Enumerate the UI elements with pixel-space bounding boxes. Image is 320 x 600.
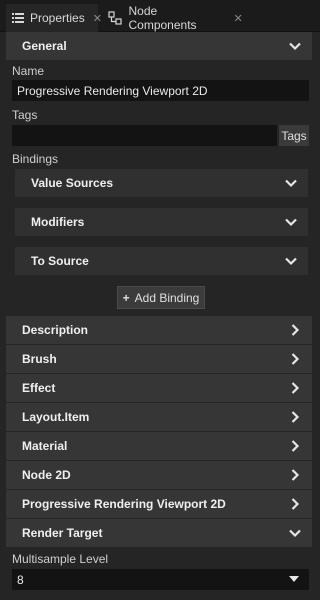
binding-modifiers[interactable]: Modifiers [15, 208, 308, 236]
name-field[interactable]: Progressive Rendering Viewport 2D [12, 80, 309, 101]
section-render-target[interactable]: Render Target [6, 519, 312, 547]
section-progressive-rendering-viewport-2d[interactable]: Progressive Rendering Viewport 2D [6, 490, 312, 518]
binding-label: To Source [31, 254, 89, 268]
chevron-down-icon [289, 42, 301, 51]
list-icon [12, 10, 24, 26]
chevron-right-icon [291, 498, 300, 510]
binding-label: Value Sources [31, 176, 114, 190]
tags-input[interactable] [12, 125, 277, 146]
section-title: Effect [22, 381, 56, 395]
add-binding-label: Add Binding [134, 290, 200, 305]
section-description[interactable]: Description [6, 316, 312, 344]
multisample-level-label: Multisample Level [12, 552, 109, 566]
close-icon[interactable]: ✕ [93, 13, 102, 25]
chevron-right-icon [291, 353, 300, 365]
section-general[interactable]: General [6, 32, 312, 60]
section-title: Description [22, 323, 89, 337]
tags-label: Tags [12, 108, 38, 122]
properties-panel: General Name Progressive Rendering Viewp… [0, 32, 320, 600]
tab-bar: Properties ✕ Node Components ✕ [0, 0, 320, 32]
section-title: Render Target [22, 526, 103, 540]
bindings-label: Bindings [12, 152, 59, 166]
section-title: Material [22, 439, 68, 453]
add-binding-button[interactable]: + Add Binding [117, 286, 205, 309]
tab-label: Node Components [128, 4, 197, 32]
section-title: Layout.Item [22, 410, 90, 424]
section-title: Node 2D [22, 468, 71, 482]
binding-label: Modifiers [31, 215, 85, 229]
close-icon[interactable]: ✕ [233, 13, 243, 25]
name-label: Name [12, 64, 45, 78]
section-node-2d[interactable]: Node 2D [6, 461, 312, 489]
chevron-down-icon [289, 529, 301, 538]
chevron-down-icon [285, 257, 297, 266]
chevron-right-icon [291, 469, 300, 481]
chevron-down-icon [285, 179, 297, 188]
chevron-right-icon [291, 440, 300, 452]
tab-node-components[interactable]: Node Components ✕ [103, 4, 243, 32]
binding-value-sources[interactable]: Value Sources [15, 169, 308, 197]
section-title: General [22, 39, 67, 53]
section-brush[interactable]: Brush [6, 345, 312, 373]
node-components-icon [107, 10, 122, 26]
chevron-right-icon [291, 324, 300, 336]
dropdown-arrow-icon [289, 576, 299, 582]
chevron-down-icon [285, 218, 297, 227]
section-effect[interactable]: Effect [6, 374, 312, 402]
binding-to-source[interactable]: To Source [15, 247, 308, 275]
section-title: Progressive Rendering Viewport 2D [22, 497, 226, 511]
section-title: Brush [22, 352, 57, 366]
tab-properties[interactable]: Properties ✕ [6, 4, 102, 32]
section-material[interactable]: Material [6, 432, 312, 460]
tags-button[interactable]: Tags [279, 125, 309, 146]
section-layout-item[interactable]: Layout.Item [6, 403, 312, 431]
multisample-level-select[interactable]: 8 [12, 569, 309, 590]
multisample-level-value: 8 [17, 572, 24, 587]
plus-icon: + [122, 290, 130, 305]
chevron-right-icon [291, 411, 300, 423]
tab-label: Properties [30, 11, 85, 25]
chevron-right-icon [291, 382, 300, 394]
